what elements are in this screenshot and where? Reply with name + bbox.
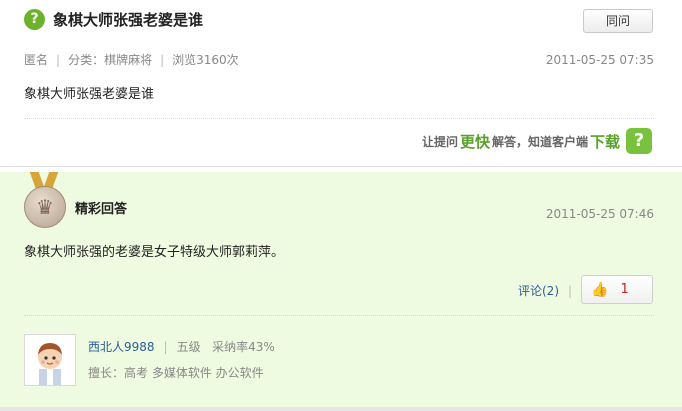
answerer-adopt-rate: 采纳率43% xyxy=(212,340,275,354)
answerer-name[interactable]: 西北人9988 xyxy=(88,340,155,354)
answer-body: 象棋大师张强的老婆是女子特级大师郭莉萍。 xyxy=(24,245,285,260)
avatar[interactable] xyxy=(24,334,76,386)
question-body: 象棋大师张强老婆是谁 xyxy=(24,87,155,102)
info-separator: | xyxy=(163,340,168,354)
answer-section: ♛ 精彩回答 2011-05-25 07:46 象棋大师张强的老婆是女子特级大师… xyxy=(0,172,682,411)
answerer-info: 西北人9988 | 五级 采纳率43% xyxy=(88,339,275,355)
question-divider xyxy=(24,118,654,119)
same-question-button[interactable]: 同问 xyxy=(583,9,653,33)
question-category[interactable]: 分类：棋牌麻将 xyxy=(68,53,152,67)
app-download-promo[interactable]: 让提问 更快 解答，知道客户端 下载 ? xyxy=(422,128,652,154)
question-time: 2011-05-25 07:35 xyxy=(545,53,654,67)
comment-link[interactable]: 评论(2) xyxy=(518,283,559,299)
question-views: 浏览3160次 xyxy=(172,53,239,67)
question-meta: 匿名 | 分类：棋牌麻将 | 浏览3160次 xyxy=(24,52,239,68)
answerer-level: 五级 xyxy=(176,340,201,354)
zhidao-app-icon[interactable]: ? xyxy=(626,128,652,154)
question-mark-icon: ? xyxy=(24,9,45,30)
question-section: ? 象棋大师张强老婆是谁 同问 匿名 | 分类：棋牌麻将 | 浏览3160次 2011-… xyxy=(0,0,682,167)
answerer-skills: 擅长：高考 多媒体软件 办公软件 xyxy=(88,366,264,380)
user-avatar-icon xyxy=(25,335,75,385)
question-author: 匿名 xyxy=(24,53,49,67)
answer-divider xyxy=(24,315,654,316)
promo-highlight: 更快 xyxy=(459,132,490,151)
promo-prefix: 让提问 xyxy=(421,134,458,149)
action-separator: | xyxy=(568,284,573,298)
like-count: 1 xyxy=(620,282,629,297)
thumbs-up-icon: 👍 xyxy=(591,281,609,298)
question-title: 象棋大师张强老婆是谁 xyxy=(53,11,204,29)
bottom-border xyxy=(0,407,682,411)
promo-middle: 解答，知道客户端 xyxy=(491,134,588,149)
medal-crown-icon: ♛ xyxy=(24,186,66,228)
promo-download-link[interactable]: 下载 xyxy=(590,131,620,152)
meta-separator: | xyxy=(160,53,165,67)
best-answer-label: 精彩回答 xyxy=(75,202,128,217)
answer-time: 2011-05-25 07:46 xyxy=(545,207,654,221)
meta-separator: | xyxy=(56,53,61,67)
like-button[interactable]: 👍 1 xyxy=(581,275,653,304)
